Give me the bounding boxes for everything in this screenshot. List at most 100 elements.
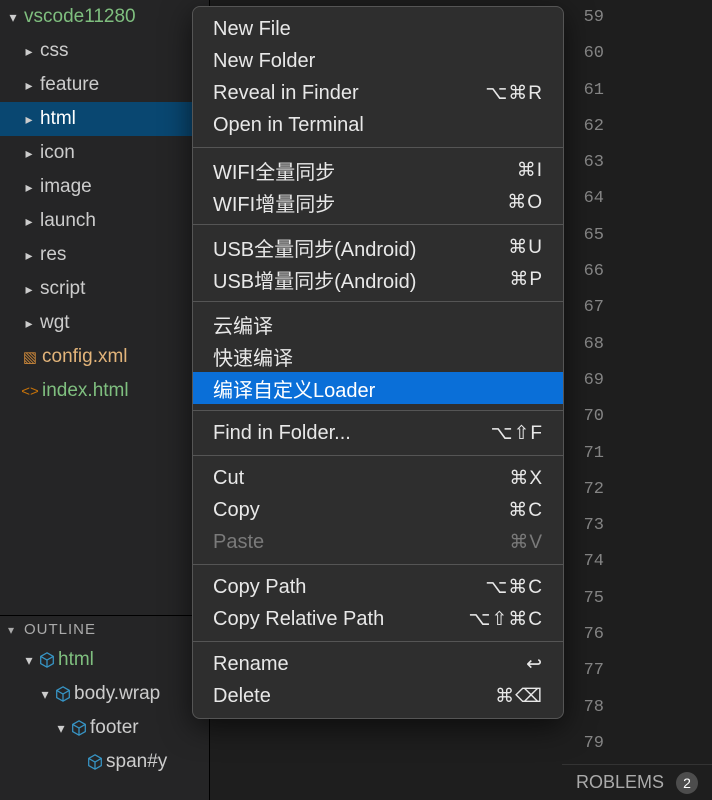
- explorer-file[interactable]: ▧config.xml: [0, 340, 209, 374]
- line-number: 79: [566, 726, 604, 762]
- root-label: vscode11280: [22, 6, 136, 28]
- tree-item-label: res: [38, 244, 66, 266]
- menu-item-shortcut: ⌥⌘R: [485, 82, 543, 105]
- menu-item-label: Rename: [213, 653, 289, 676]
- line-number: 67: [566, 290, 604, 326]
- line-number: 60: [566, 36, 604, 72]
- menu-item-shortcut: ⌘I: [517, 159, 543, 182]
- menu-item-shortcut: ⌘O: [507, 191, 543, 214]
- menu-item[interactable]: Rename ↩: [193, 648, 563, 680]
- tree-item-label: index.html: [40, 380, 129, 402]
- line-number: 68: [566, 327, 604, 363]
- chevron-right-icon: ▸: [20, 213, 38, 230]
- chevron-right-icon: ▸: [20, 77, 38, 94]
- menu-item-label: Find in Folder...: [213, 422, 351, 445]
- menu-item-shortcut: ⌘U: [508, 236, 543, 259]
- explorer-folder[interactable]: ▸html: [0, 102, 209, 136]
- menu-item-shortcut: ⌘P: [509, 268, 543, 291]
- problems-panel-tab[interactable]: ROBLEMS 2: [562, 764, 712, 800]
- line-number: 65: [566, 218, 604, 254]
- chevron-down-icon: ▾: [52, 720, 70, 737]
- menu-item[interactable]: Delete ⌘⌫: [193, 680, 563, 712]
- explorer-folder[interactable]: ▸script: [0, 272, 209, 306]
- menu-item[interactable]: Copy⌘C: [193, 494, 563, 526]
- menu-item[interactable]: USB增量同步(Android)⌘P: [193, 263, 563, 295]
- outline-item[interactable]: ▾ body.wrap: [0, 677, 210, 711]
- chevron-right-icon: ▸: [20, 315, 38, 332]
- outline-item[interactable]: ▾footer: [0, 711, 210, 745]
- explorer-folder[interactable]: ▸css: [0, 34, 209, 68]
- outline-item-label: html: [56, 649, 94, 671]
- problems-tab-label: ROBLEMS: [576, 772, 664, 793]
- line-number: 62: [566, 109, 604, 145]
- tree-item-label: config.xml: [40, 346, 128, 368]
- menu-item-label: New Folder: [213, 50, 315, 73]
- menu-item-label: 快速编译: [213, 342, 293, 371]
- menu-item[interactable]: New Folder: [193, 45, 563, 77]
- outline-header[interactable]: ▾ OUTLINE: [0, 615, 210, 643]
- line-number: 76: [566, 617, 604, 653]
- menu-item[interactable]: Open in Terminal: [193, 109, 563, 141]
- menu-item[interactable]: 云编译: [193, 308, 563, 340]
- problems-count-badge: 2: [676, 772, 698, 794]
- context-menu: New File New Folder Reveal in Finder⌥⌘ROpe…: [192, 6, 564, 719]
- line-number: 77: [566, 653, 604, 689]
- menu-item[interactable]: Copy Path⌥⌘C: [193, 571, 563, 603]
- explorer-file[interactable]: <>index.html: [0, 374, 209, 408]
- menu-separator: [193, 455, 563, 456]
- chevron-right-icon: ▸: [20, 43, 38, 60]
- chevron-right-icon: ▸: [20, 179, 38, 196]
- explorer-folder[interactable]: ▸icon: [0, 136, 209, 170]
- line-number: 78: [566, 690, 604, 726]
- minimap[interactable]: [612, 0, 712, 800]
- menu-item-shortcut: ⌘⌫: [495, 685, 543, 708]
- line-number: 70: [566, 399, 604, 435]
- menu-item[interactable]: WIFI全量同步 ⌘I: [193, 154, 563, 186]
- rss-icon: ▧: [20, 348, 40, 366]
- menu-separator: [193, 224, 563, 225]
- explorer-folder[interactable]: ▸feature: [0, 68, 209, 102]
- outline-item[interactable]: span#y: [0, 745, 210, 779]
- explorer-folder[interactable]: ▸wgt: [0, 306, 209, 340]
- menu-item-shortcut: ⌘C: [508, 499, 543, 522]
- explorer-folder[interactable]: ▸res: [0, 238, 209, 272]
- tree-item-label: css: [38, 40, 69, 62]
- tree-item-label: script: [38, 278, 85, 300]
- tree-item-label: image: [38, 176, 92, 198]
- project-root[interactable]: ▾ vscode11280: [0, 0, 209, 34]
- menu-item-shortcut: ↩: [526, 653, 543, 676]
- menu-item-label: WIFI全量同步: [213, 156, 335, 185]
- chevron-right-icon: ▸: [20, 111, 38, 128]
- menu-item-label: 云编译: [213, 310, 273, 339]
- menu-item-shortcut: ⌘V: [509, 531, 543, 554]
- menu-item[interactable]: Copy Relative Path⌥⇧⌘C: [193, 603, 563, 635]
- menu-item[interactable]: WIFI增量同步 ⌘O: [193, 186, 563, 218]
- chevron-down-icon: ▾: [4, 9, 22, 26]
- line-number: 71: [566, 436, 604, 472]
- outline-item-label: body.wrap: [72, 683, 160, 705]
- menu-item[interactable]: Reveal in Finder⌥⌘R: [193, 77, 563, 109]
- line-number: 74: [566, 544, 604, 580]
- menu-item[interactable]: 快速编译: [193, 340, 563, 372]
- menu-item[interactable]: USB全量同步(Android)⌘U: [193, 231, 563, 263]
- menu-item-label: WIFI增量同步: [213, 188, 335, 217]
- menu-item[interactable]: New File: [193, 13, 563, 45]
- line-number: 61: [566, 73, 604, 109]
- outline-item[interactable]: ▾html: [0, 643, 210, 677]
- block-icon: [70, 721, 88, 735]
- menu-item-label: Copy Relative Path: [213, 608, 384, 631]
- chevron-down-icon: ▾: [36, 686, 54, 703]
- menu-item-label: Delete: [213, 685, 271, 708]
- menu-separator: [193, 641, 563, 642]
- line-number-gutter: 5960616263646566676869707172737475767778…: [566, 0, 612, 800]
- menu-item: Paste⌘V: [193, 526, 563, 558]
- block-icon: [38, 653, 56, 667]
- explorer-folder[interactable]: ▸image: [0, 170, 209, 204]
- line-number: 69: [566, 363, 604, 399]
- menu-item[interactable]: Cut⌘X: [193, 462, 563, 494]
- menu-item-label: 编译自定义Loader: [213, 374, 375, 403]
- outline-item-label: span#y: [104, 751, 167, 773]
- menu-item[interactable]: 编译自定义Loader: [193, 372, 563, 404]
- menu-item[interactable]: Find in Folder...⌥⇧F: [193, 417, 563, 449]
- explorer-folder[interactable]: ▸launch: [0, 204, 209, 238]
